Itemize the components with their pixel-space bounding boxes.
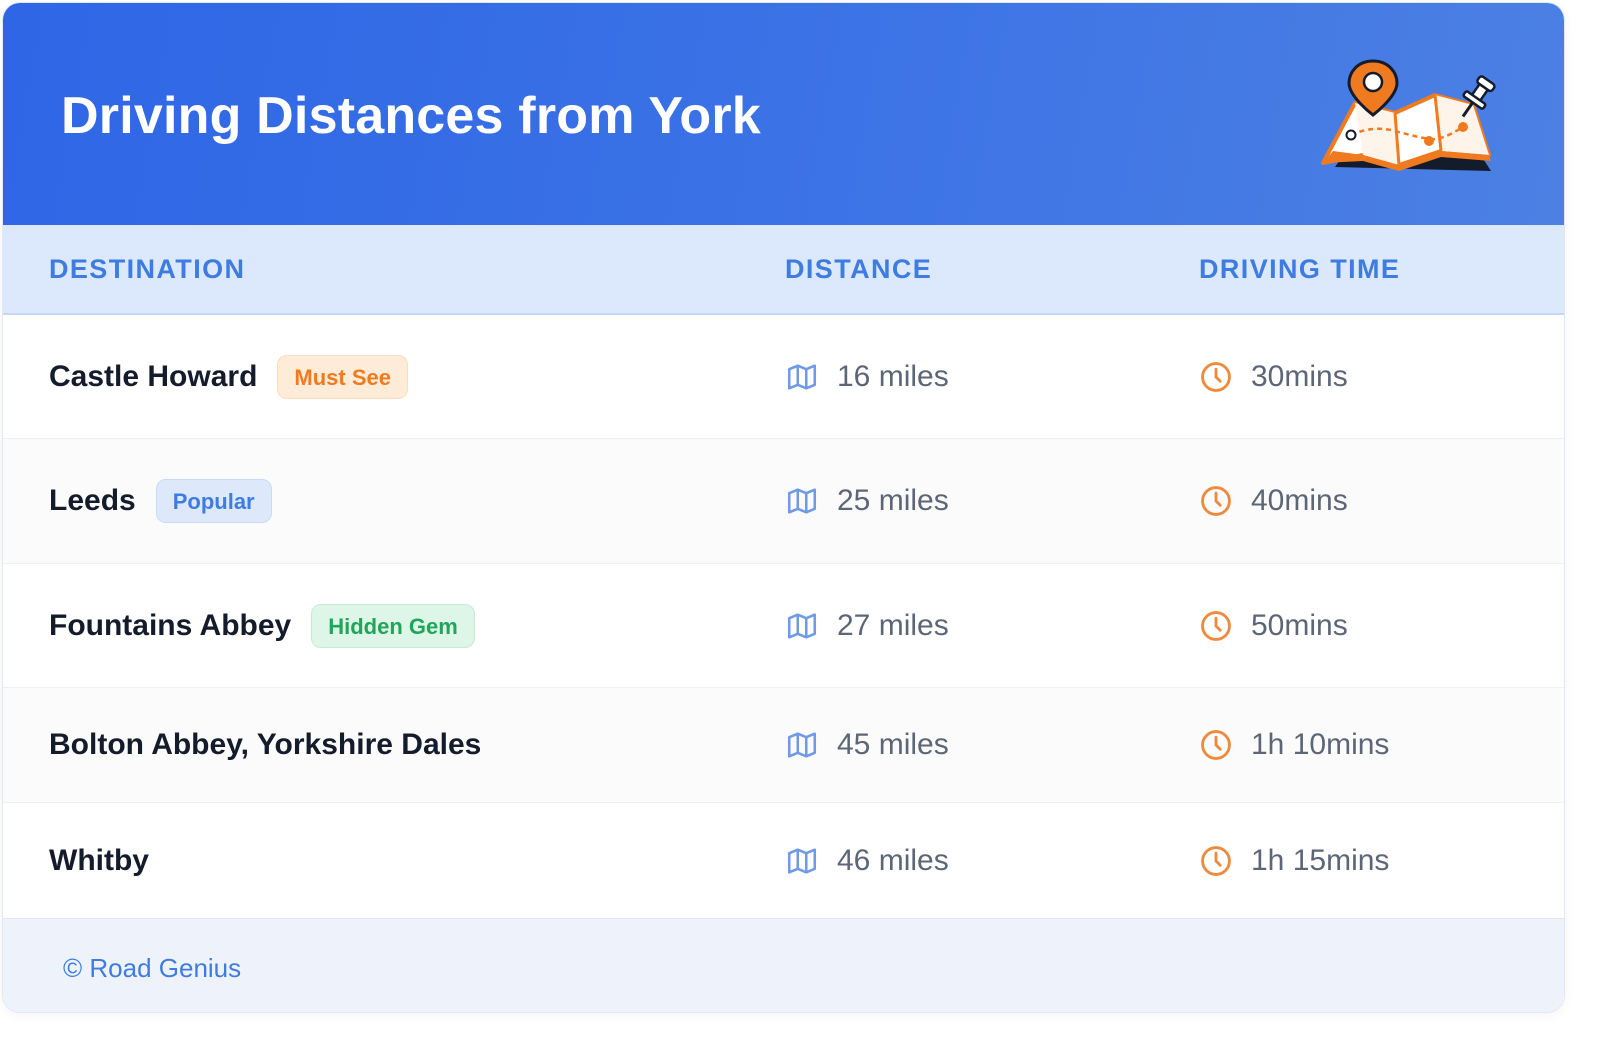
map-pin-illustration-icon [1321,59,1496,171]
destination-cell: Fountains Abbey Hidden Gem [49,603,475,648]
column-header-distance[interactable]: DISTANCE [785,254,932,285]
card-header: Driving Distances from York [3,3,1564,225]
driving-time-value: 1h 10mins [1251,728,1390,761]
distance-cell: 27 miles [785,609,949,643]
driving-time-value: 1h 15mins [1251,843,1390,877]
clock-icon [1201,610,1231,641]
distance-value: 16 miles [837,359,949,393]
table-row: Bolton Abbey, Yorkshire Dales 45 miles 1… [3,688,1564,803]
clock-icon [1201,486,1231,516]
map-icon [787,488,817,514]
distance-cell: 16 miles [785,360,949,394]
clock-icon [1201,730,1231,760]
map-icon [787,732,817,758]
distance-cell: 45 miles [785,728,949,762]
driving-time-value: 40mins [1251,484,1348,517]
destination-name: Bolton Abbey, Yorkshire Dales [49,728,482,761]
map-icon [787,847,817,874]
table-row: Whitby 46 miles 1h 15mins [3,803,1564,918]
destination-name: Castle Howard [49,359,258,393]
distance-card: Driving Distances from York DESTINATION … [2,2,1565,1013]
column-header-driving-time[interactable]: DRIVING TIME [1199,254,1400,285]
destination-cell: Castle Howard Must See [49,354,408,399]
time-cell: 30mins [1199,360,1348,394]
table-row: Castle Howard Must See 16 miles 30mins [3,315,1564,439]
driving-time-value: 50mins [1251,608,1348,642]
badge-hidden-gem: Hidden Gem [311,603,475,648]
clock-icon [1201,845,1231,876]
time-cell: 1h 15mins [1199,844,1389,878]
table-row: Leeds Popular 25 miles 40mins [3,439,1564,564]
destination-name: Fountains Abbey [49,608,292,642]
destination-name: Whitby [49,843,149,877]
clock-icon [1201,361,1231,392]
destination-name: Leeds [49,484,136,517]
time-cell: 50mins [1199,609,1348,643]
table-row: Fountains Abbey Hidden Gem 27 miles 50mi… [3,564,1564,688]
page-title: Driving Distances from York [61,87,761,145]
driving-time-value: 30mins [1251,359,1348,393]
column-header-destination[interactable]: DESTINATION [49,254,245,285]
destination-cell: Leeds Popular [49,479,272,523]
badge-popular: Popular [155,479,272,523]
map-icon [787,363,817,390]
footer-credit[interactable]: © Road Genius [63,953,241,984]
distance-value: 27 miles [837,608,949,642]
distance-cell: 46 miles [785,844,949,878]
card-footer: © Road Genius [3,918,1564,1012]
distance-value: 25 miles [837,484,949,517]
badge-must-see: Must See [277,354,408,399]
time-cell: 1h 10mins [1199,728,1389,762]
distance-value: 45 miles [837,728,949,761]
distance-cell: 25 miles [785,484,949,518]
distance-value: 46 miles [837,843,949,877]
destination-cell: Bolton Abbey, Yorkshire Dales [49,728,481,762]
time-cell: 40mins [1199,484,1348,518]
destination-cell: Whitby [49,844,149,878]
table-header: DESTINATION DISTANCE DRIVING TIME [3,225,1564,315]
map-icon [787,612,817,639]
